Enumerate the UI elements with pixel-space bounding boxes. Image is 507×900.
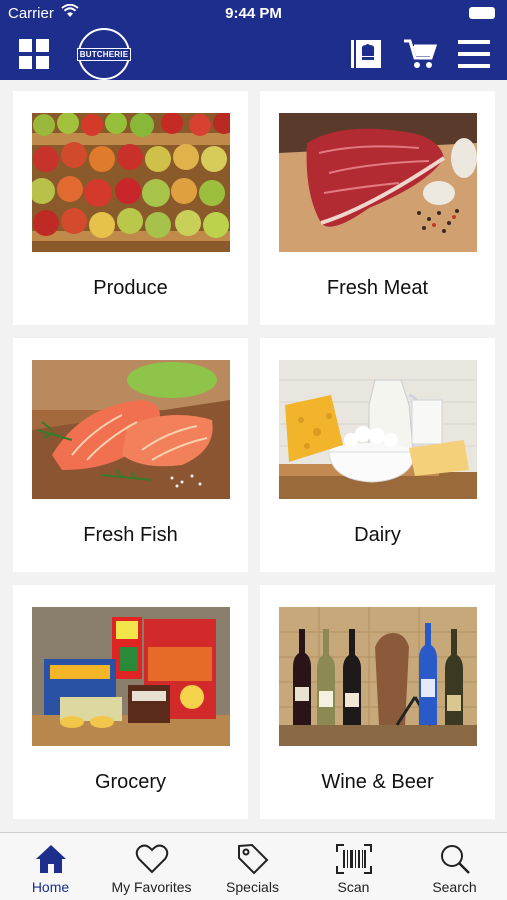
clock: 9:44 PM xyxy=(225,5,282,22)
category-tile-wine-beer[interactable]: Wine & Beer xyxy=(260,585,495,819)
butcherie-logo[interactable]: BUTCHERIE xyxy=(76,28,132,80)
tab-search[interactable]: Search xyxy=(404,833,505,900)
grocery-image xyxy=(32,607,230,746)
category-tile-dairy[interactable]: Dairy xyxy=(260,338,495,572)
category-label: Fresh Fish xyxy=(83,524,178,546)
fresh-fish-image xyxy=(32,360,230,499)
category-label: Wine & Beer xyxy=(321,771,434,793)
tab-label: Home xyxy=(31,879,70,895)
tab-label: My Favorites xyxy=(111,879,192,895)
category-tile-fresh-fish[interactable]: Fresh Fish xyxy=(13,338,248,572)
tab-label: Scan xyxy=(337,879,370,895)
category-label: Grocery xyxy=(94,771,167,793)
category-label: Fresh Meat xyxy=(326,277,429,299)
barcode-icon xyxy=(336,843,372,875)
category-tile-grocery[interactable]: Grocery xyxy=(13,585,248,819)
tag-icon xyxy=(235,843,271,875)
bottom-tab-bar: Home My Favorites Specials Scan Search xyxy=(0,832,507,900)
category-label: Dairy xyxy=(354,524,401,546)
category-tile-produce[interactable]: Produce xyxy=(13,91,248,325)
category-tile-fresh-meat[interactable]: Fresh Meat xyxy=(260,91,495,325)
grid-menu-icon[interactable] xyxy=(16,36,52,72)
status-bar: Carrier 9:44 PM xyxy=(0,0,507,28)
produce-image xyxy=(32,113,230,252)
dairy-image xyxy=(279,360,477,499)
tab-scan[interactable]: Scan xyxy=(303,833,404,900)
logo-text: BUTCHERIE xyxy=(76,47,132,61)
tab-home[interactable]: Home xyxy=(0,833,101,900)
search-icon xyxy=(437,843,473,875)
category-label: Produce xyxy=(93,277,168,299)
cart-icon[interactable] xyxy=(402,36,438,72)
hamburger-menu-icon[interactable] xyxy=(456,36,492,72)
tab-specials[interactable]: Specials xyxy=(202,833,303,900)
fresh-meat-image xyxy=(279,113,477,252)
app-header: BUTCHERIE xyxy=(0,28,507,80)
wine-beer-image xyxy=(279,607,477,746)
tab-label: Specials xyxy=(226,879,279,895)
tab-my-favorites[interactable]: My Favorites xyxy=(101,833,202,900)
tab-label: Search xyxy=(432,879,477,895)
battery-icon xyxy=(469,7,495,19)
heart-icon xyxy=(134,843,170,875)
recipe-book-icon[interactable] xyxy=(348,36,384,72)
home-icon xyxy=(33,843,69,875)
